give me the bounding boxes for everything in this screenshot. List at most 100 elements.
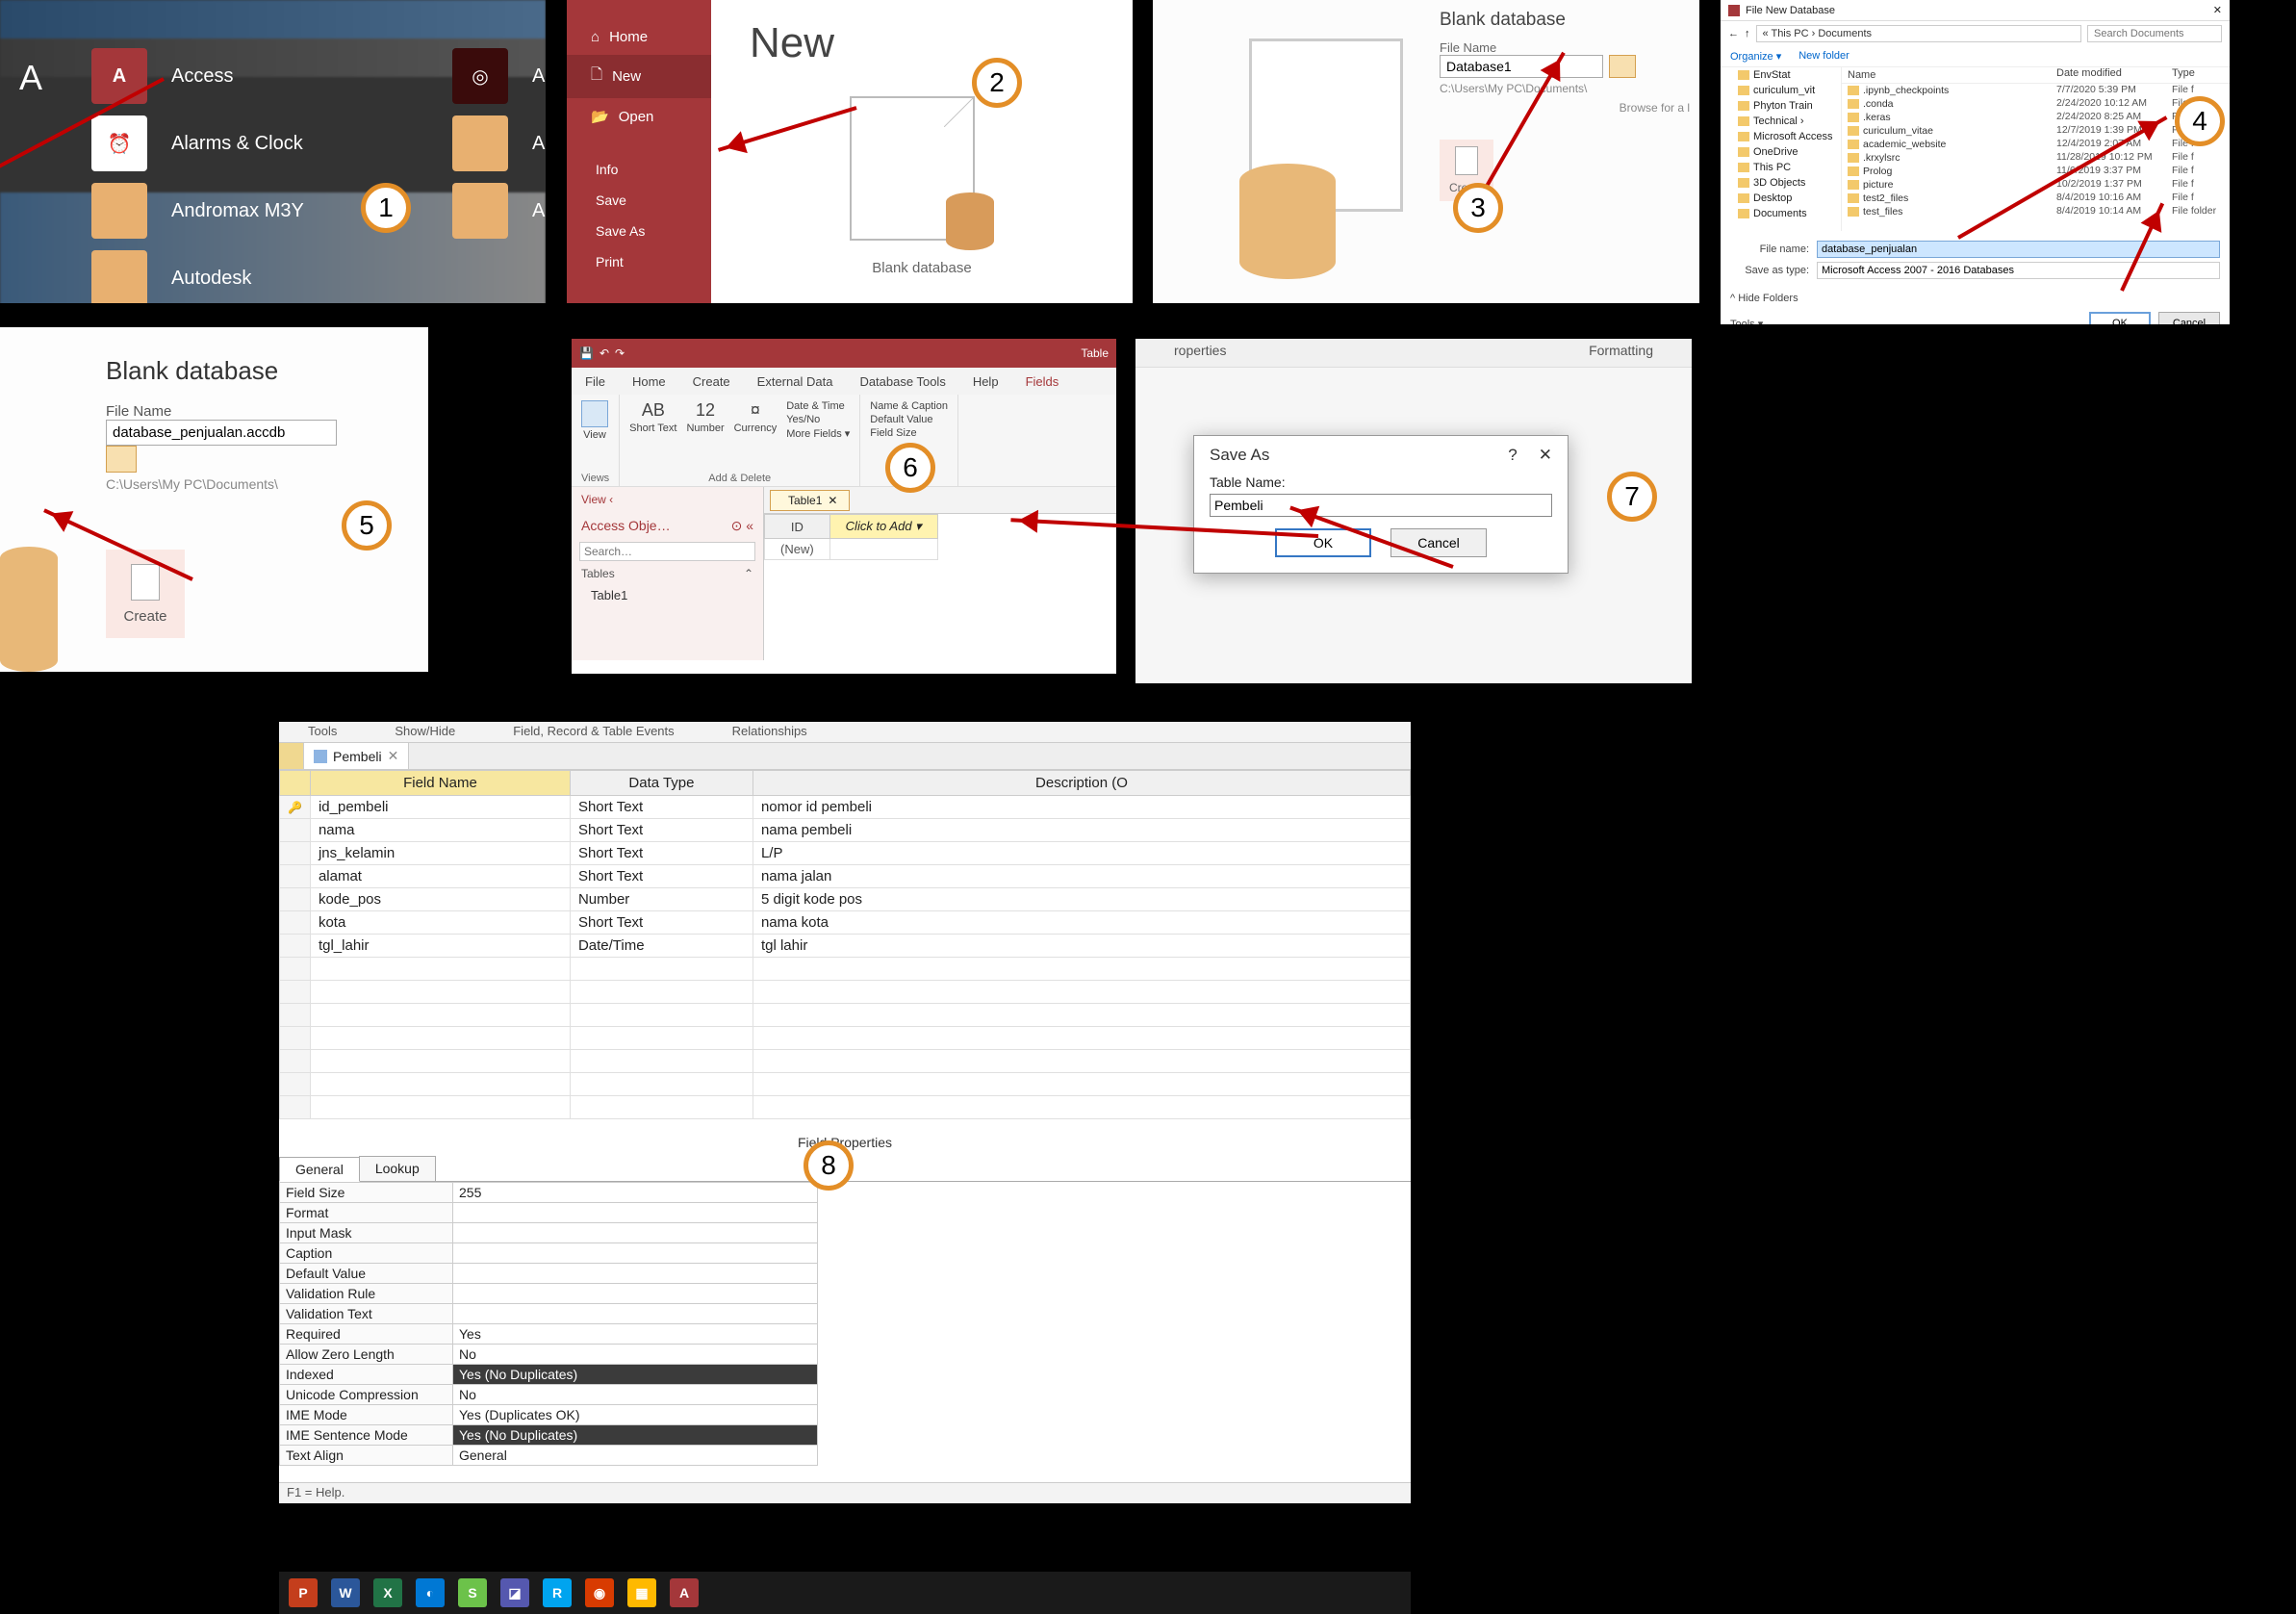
nav-folder[interactable]: curiculum_vit — [1721, 83, 1841, 98]
design-grid[interactable]: Field Name Data Type Description (O id_p… — [279, 770, 1411, 1119]
field-row[interactable]: kode_pos Number 5 digit kode pos — [280, 888, 1411, 911]
taskbar-app[interactable]: W — [331, 1578, 360, 1607]
ribbon-tab-help[interactable]: Help — [959, 369, 1012, 395]
blank-db-graphic[interactable] — [850, 96, 994, 250]
new-folder-button[interactable]: New folder — [1799, 50, 1850, 63]
taskbar-app[interactable]: A — [670, 1578, 699, 1607]
view-button[interactable]: View — [581, 400, 608, 471]
app-icon[interactable] — [452, 183, 508, 239]
ribbon-tab-database-tools[interactable]: Database Tools — [846, 369, 958, 395]
col-click-to-add[interactable]: Click to Add ▾ — [829, 515, 937, 539]
ribbon-tab-file[interactable]: File — [572, 369, 619, 395]
description-cell[interactable]: nama kota — [753, 911, 1410, 935]
empty-row[interactable] — [280, 1073, 1411, 1096]
nav-folder[interactable]: EnvStat — [1721, 67, 1841, 83]
file-row[interactable]: academic_website12/4/2019 2:07 AMFile f — [1842, 138, 2230, 151]
save-type-field[interactable] — [1817, 262, 2220, 279]
app-icon[interactable]: A — [91, 48, 147, 104]
app-label[interactable]: Andromax M3Y — [171, 200, 304, 222]
empty-row[interactable] — [280, 1004, 1411, 1027]
taskbar-app[interactable]: P — [289, 1578, 318, 1607]
description-cell[interactable]: nama jalan — [753, 865, 1410, 888]
help-icon[interactable]: ? — [1508, 446, 1517, 465]
empty-row[interactable] — [280, 981, 1411, 1004]
redo-icon[interactable]: ↷ — [615, 346, 625, 360]
taskbar-app[interactable]: X — [373, 1578, 402, 1607]
taskbar-app[interactable]: ◉ — [585, 1578, 614, 1607]
description-cell[interactable]: nama pembeli — [753, 819, 1410, 842]
nav-folder[interactable]: Desktop — [1721, 191, 1841, 206]
description-cell[interactable]: tgl lahir — [753, 935, 1410, 958]
app-icon[interactable] — [91, 183, 147, 239]
description-cell[interactable]: L/P — [753, 842, 1410, 865]
navigation-pane[interactable]: View ‹ Access Obje…⊙ « Tables⌃ Table1 — [572, 487, 764, 660]
ribbon-tab-create[interactable]: Create — [679, 369, 744, 395]
col-type[interactable]: Type — [2172, 67, 2230, 83]
table-name-input[interactable] — [1210, 494, 1552, 517]
property-row[interactable]: Validation Text — [280, 1304, 818, 1324]
taskbar-app[interactable]: ◐ — [416, 1578, 445, 1607]
property-row[interactable]: Default Value — [280, 1264, 818, 1284]
property-row[interactable]: Allow Zero LengthNo — [280, 1345, 818, 1365]
row-selector[interactable] — [280, 842, 311, 865]
empty-row[interactable] — [280, 958, 1411, 981]
empty-row[interactable] — [280, 1096, 1411, 1119]
nav-back-icon[interactable]: ← — [1728, 28, 1739, 39]
field-row[interactable]: alamat Short Text nama jalan — [280, 865, 1411, 888]
table-tab-pembeli[interactable]: Pembeli ✕ — [304, 743, 409, 769]
field-row[interactable]: tgl_lahir Date/Time tgl lahir — [280, 935, 1411, 958]
nav-search[interactable] — [579, 542, 755, 561]
file-menu-print[interactable]: Print — [567, 246, 711, 277]
data-type-cell[interactable]: Short Text — [570, 842, 753, 865]
row-selector[interactable] — [280, 819, 311, 842]
nav-item-table1[interactable]: Table1 — [572, 584, 763, 606]
app-label[interactable]: Alarms & Clock — [171, 133, 303, 155]
taskbar-app[interactable]: S — [458, 1578, 487, 1607]
file-name-field[interactable] — [1817, 241, 2220, 258]
tab-lookup[interactable]: Lookup — [359, 1156, 436, 1181]
property-row[interactable]: Input Mask — [280, 1223, 818, 1243]
property-row[interactable]: Caption — [280, 1243, 818, 1264]
description-cell[interactable]: 5 digit kode pos — [753, 888, 1410, 911]
field-name-cell[interactable]: nama — [310, 819, 570, 842]
app-icon[interactable] — [91, 250, 147, 303]
nav-folder[interactable]: Phyton Train — [1721, 98, 1841, 114]
field-name-cell[interactable]: kode_pos — [310, 888, 570, 911]
tools-menu[interactable]: Tools ▾ — [1730, 318, 1763, 325]
col-data-type[interactable]: Data Type — [570, 771, 753, 796]
number-button[interactable]: 12Number — [686, 400, 724, 471]
col-description[interactable]: Description (O — [753, 771, 1410, 796]
short-text-button[interactable]: ABShort Text — [629, 400, 676, 471]
field-name-cell[interactable]: kota — [310, 911, 570, 935]
empty-row[interactable] — [280, 1050, 1411, 1073]
file-row[interactable]: .krxylsrc11/28/2019 10:12 PMFile f — [1842, 151, 2230, 165]
browse-button[interactable] — [1609, 55, 1636, 78]
new-row[interactable]: (New) — [765, 539, 830, 560]
file-name-input[interactable] — [106, 420, 337, 446]
data-type-cell[interactable]: Short Text — [570, 911, 753, 935]
property-row[interactable]: Unicode CompressionNo — [280, 1385, 818, 1405]
nav-section-tables[interactable]: Tables — [581, 567, 615, 580]
nav-folder[interactable]: This PC — [1721, 160, 1841, 175]
currency-button[interactable]: ¤Currency — [734, 400, 778, 471]
nav-folder[interactable]: Microsoft Access — [1721, 129, 1841, 144]
ok-button[interactable]: OK — [2089, 312, 2151, 324]
undo-icon[interactable]: ↶ — [600, 346, 609, 360]
close-icon[interactable]: ✕ — [2213, 4, 2222, 16]
hide-folders-button[interactable]: ^ Hide Folders — [1721, 289, 2230, 308]
row-selector[interactable] — [280, 796, 311, 819]
create-button[interactable]: Create — [106, 550, 185, 638]
taskbar[interactable]: PWX◐S◪R◉▦A — [279, 1572, 1411, 1614]
file-menu-home[interactable]: ⌂Home — [567, 19, 711, 55]
data-type-cell[interactable]: Short Text — [570, 796, 753, 819]
ribbon-tab-external-data[interactable]: External Data — [744, 369, 847, 395]
file-name-input[interactable] — [1440, 55, 1603, 78]
field-name-cell[interactable]: alamat — [310, 865, 570, 888]
field-row[interactable]: jns_kelamin Short Text L/P — [280, 842, 1411, 865]
file-menu-save-as[interactable]: Save As — [567, 216, 711, 246]
property-row[interactable]: Field Size255 — [280, 1183, 818, 1203]
nav-folder[interactable]: Documents — [1721, 206, 1841, 221]
datasheet-tab[interactable]: Table1✕ — [770, 490, 850, 511]
ribbon-tab-fields[interactable]: Fields — [1012, 369, 1073, 395]
nav-up-icon[interactable]: ↑ — [1745, 28, 1750, 39]
